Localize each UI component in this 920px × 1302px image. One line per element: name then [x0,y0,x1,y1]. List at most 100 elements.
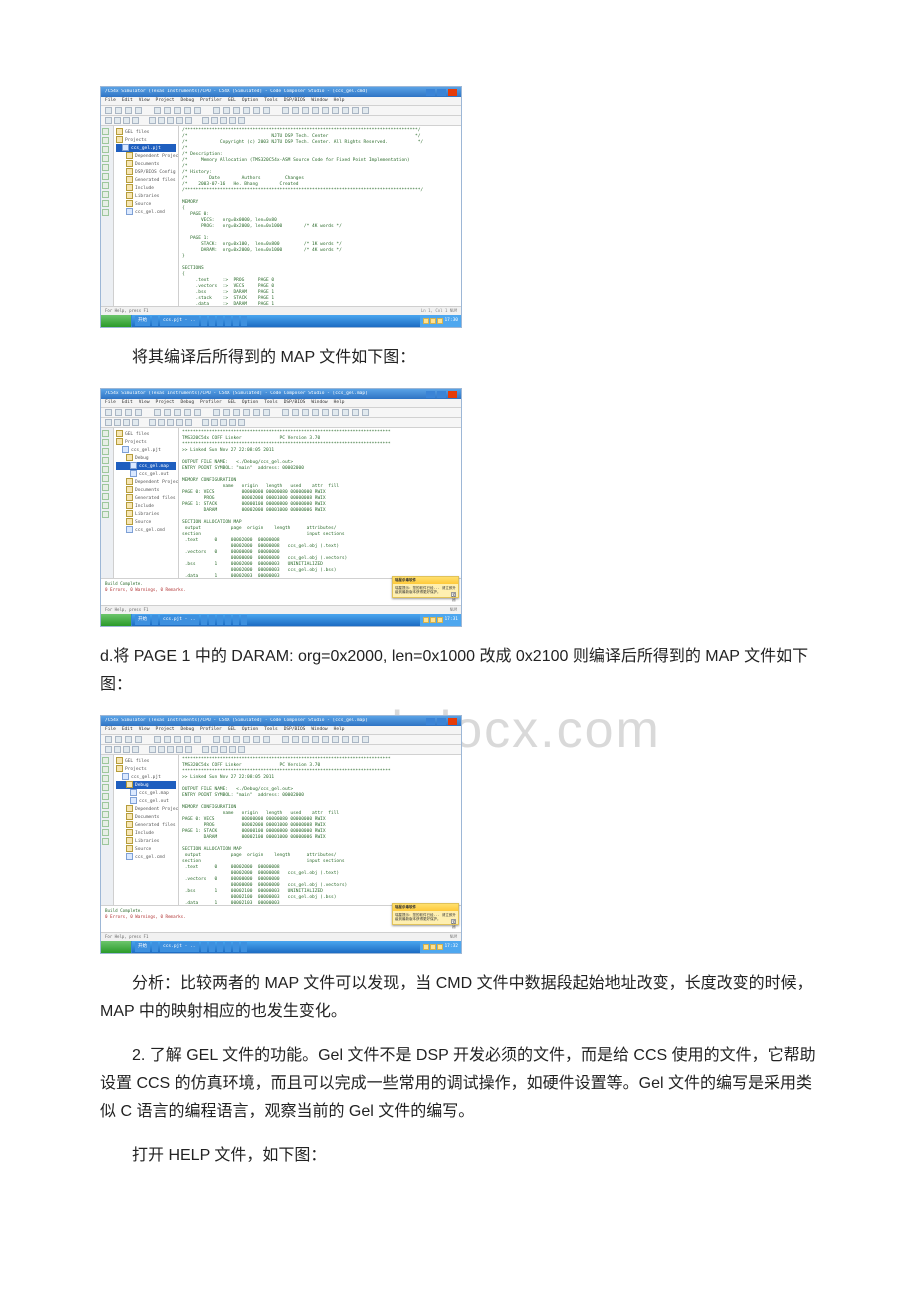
tree-item[interactable]: GEL files [116,430,176,438]
minimize-icon[interactable] [426,718,435,725]
tree-item[interactable]: Source [116,200,176,208]
toolbar-button-icon[interactable] [332,409,339,416]
toolbar-button-icon[interactable] [184,409,191,416]
toolbar-button-icon[interactable] [176,419,183,426]
toolbar-button-icon[interactable] [213,409,220,416]
toolbar-button-icon[interactable] [184,736,191,743]
toolbar-button-icon[interactable] [253,736,260,743]
tree-item[interactable]: ccs_gel.map [116,462,176,470]
toolbar-button-icon[interactable] [105,107,112,114]
toolbar-button-icon[interactable] [342,409,349,416]
toolbar-button-icon[interactable] [202,419,209,426]
taskbar-item[interactable]: ccs.pjt - .. [160,316,199,326]
taskbar-item[interactable] [209,942,215,952]
toolbar-button-icon[interactable] [312,409,319,416]
menu-item[interactable]: Debug [181,727,195,733]
tree-item[interactable]: Debug [116,781,176,789]
toolbar-button-icon[interactable] [194,107,201,114]
taskbar-item[interactable] [233,316,239,326]
menu-item[interactable]: GEL [228,98,236,104]
toolbar-button-icon[interactable] [158,419,165,426]
toolbar-button-icon[interactable] [174,736,181,743]
menu-item[interactable]: Tools [264,727,278,733]
menu-item[interactable]: DSP/BIOS [284,98,306,104]
toolbar-button-icon[interactable] [167,419,174,426]
toolbar-button-icon[interactable] [263,409,270,416]
maximize-icon[interactable] [437,718,446,725]
menu-item[interactable]: Debug [181,400,195,406]
menu-item[interactable]: Window [311,727,327,733]
toolbar-button-icon[interactable] [149,746,156,753]
toolbar-button-icon[interactable] [174,409,181,416]
menu-item[interactable]: Debug [181,98,195,104]
menu-item[interactable]: Tools [264,400,278,406]
tray-icon[interactable] [423,318,429,324]
toolbar-button-icon[interactable] [158,746,165,753]
toolbar-button-icon[interactable] [123,117,130,124]
toolbar-button-icon[interactable] [102,466,109,473]
tree-item[interactable]: ccs_gel.out [116,470,176,478]
toolbar-button-icon[interactable] [102,191,109,198]
toolbar-button-icon[interactable] [342,107,349,114]
toolbar-button-icon[interactable] [115,409,122,416]
toolbar-button-icon[interactable] [102,155,109,162]
tray-icon[interactable] [437,318,443,324]
maximize-icon[interactable] [437,391,446,398]
toolbar-button-icon[interactable] [238,419,245,426]
toolbar-button-icon[interactable] [223,107,230,114]
toolbar-button-icon[interactable] [115,107,122,114]
tree-item[interactable]: Debug [116,454,176,462]
toolbar-button-icon[interactable] [102,502,109,509]
toolbar-button-icon[interactable] [102,757,109,764]
toolbar-button-icon[interactable] [253,409,260,416]
toolbar-button-icon[interactable] [332,736,339,743]
tray-icon[interactable] [430,617,436,623]
taskbar-item[interactable] [241,316,247,326]
toolbar-button-icon[interactable] [102,793,109,800]
toolbar-button-icon[interactable] [167,117,174,124]
toolbar-button-icon[interactable] [352,409,359,416]
taskbar-item[interactable] [152,942,158,952]
toolbar-button-icon[interactable] [102,164,109,171]
taskbar-item[interactable]: 开始 [135,316,150,326]
tree-item[interactable]: Include [116,829,176,837]
tree-item[interactable]: Documents [116,486,176,494]
menu-item[interactable]: Help [334,98,345,104]
tree-item[interactable]: Generated files [116,494,176,502]
taskbar-item[interactable] [233,615,239,625]
toolbar-button-icon[interactable] [105,117,112,124]
toolbar-button-icon[interactable] [362,107,369,114]
toolbar-button-icon[interactable] [238,746,245,753]
tray-icon[interactable] [430,318,436,324]
toolbar-button-icon[interactable] [312,107,319,114]
toolbar-button-icon[interactable] [211,117,218,124]
toolbar-button-icon[interactable] [135,409,142,416]
toolbar-button-icon[interactable] [102,802,109,809]
menu-item[interactable]: Project [156,400,175,406]
toolbar-button-icon[interactable] [149,419,156,426]
tree-item[interactable]: Dependent Projects [116,478,176,486]
toolbar-button-icon[interactable] [292,736,299,743]
taskbar-item[interactable] [233,942,239,952]
taskbar-item[interactable] [217,615,223,625]
menu-item[interactable]: Profiler [200,400,222,406]
menu-item[interactable]: GEL [228,400,236,406]
tree-item[interactable]: ccs_gel.cmd [116,853,176,861]
toolbar-button-icon[interactable] [102,146,109,153]
toolbar-button-icon[interactable] [233,107,240,114]
tree-item[interactable]: GEL files [116,757,176,765]
close-icon[interactable] [448,391,457,398]
maximize-icon[interactable] [437,89,446,96]
menu-item[interactable]: Profiler [200,98,222,104]
toolbar-button-icon[interactable] [114,117,121,124]
menu-item[interactable]: Help [334,727,345,733]
toolbar-button-icon[interactable] [102,811,109,818]
menu-item[interactable]: Project [156,98,175,104]
toolbar-button-icon[interactable] [102,209,109,216]
toolbar-button-icon[interactable] [135,736,142,743]
toolbar-button-icon[interactable] [332,107,339,114]
menu-item[interactable]: GEL [228,727,236,733]
close-icon[interactable] [448,89,457,96]
toolbar-button-icon[interactable] [115,736,122,743]
toolbar-button-icon[interactable] [154,409,161,416]
